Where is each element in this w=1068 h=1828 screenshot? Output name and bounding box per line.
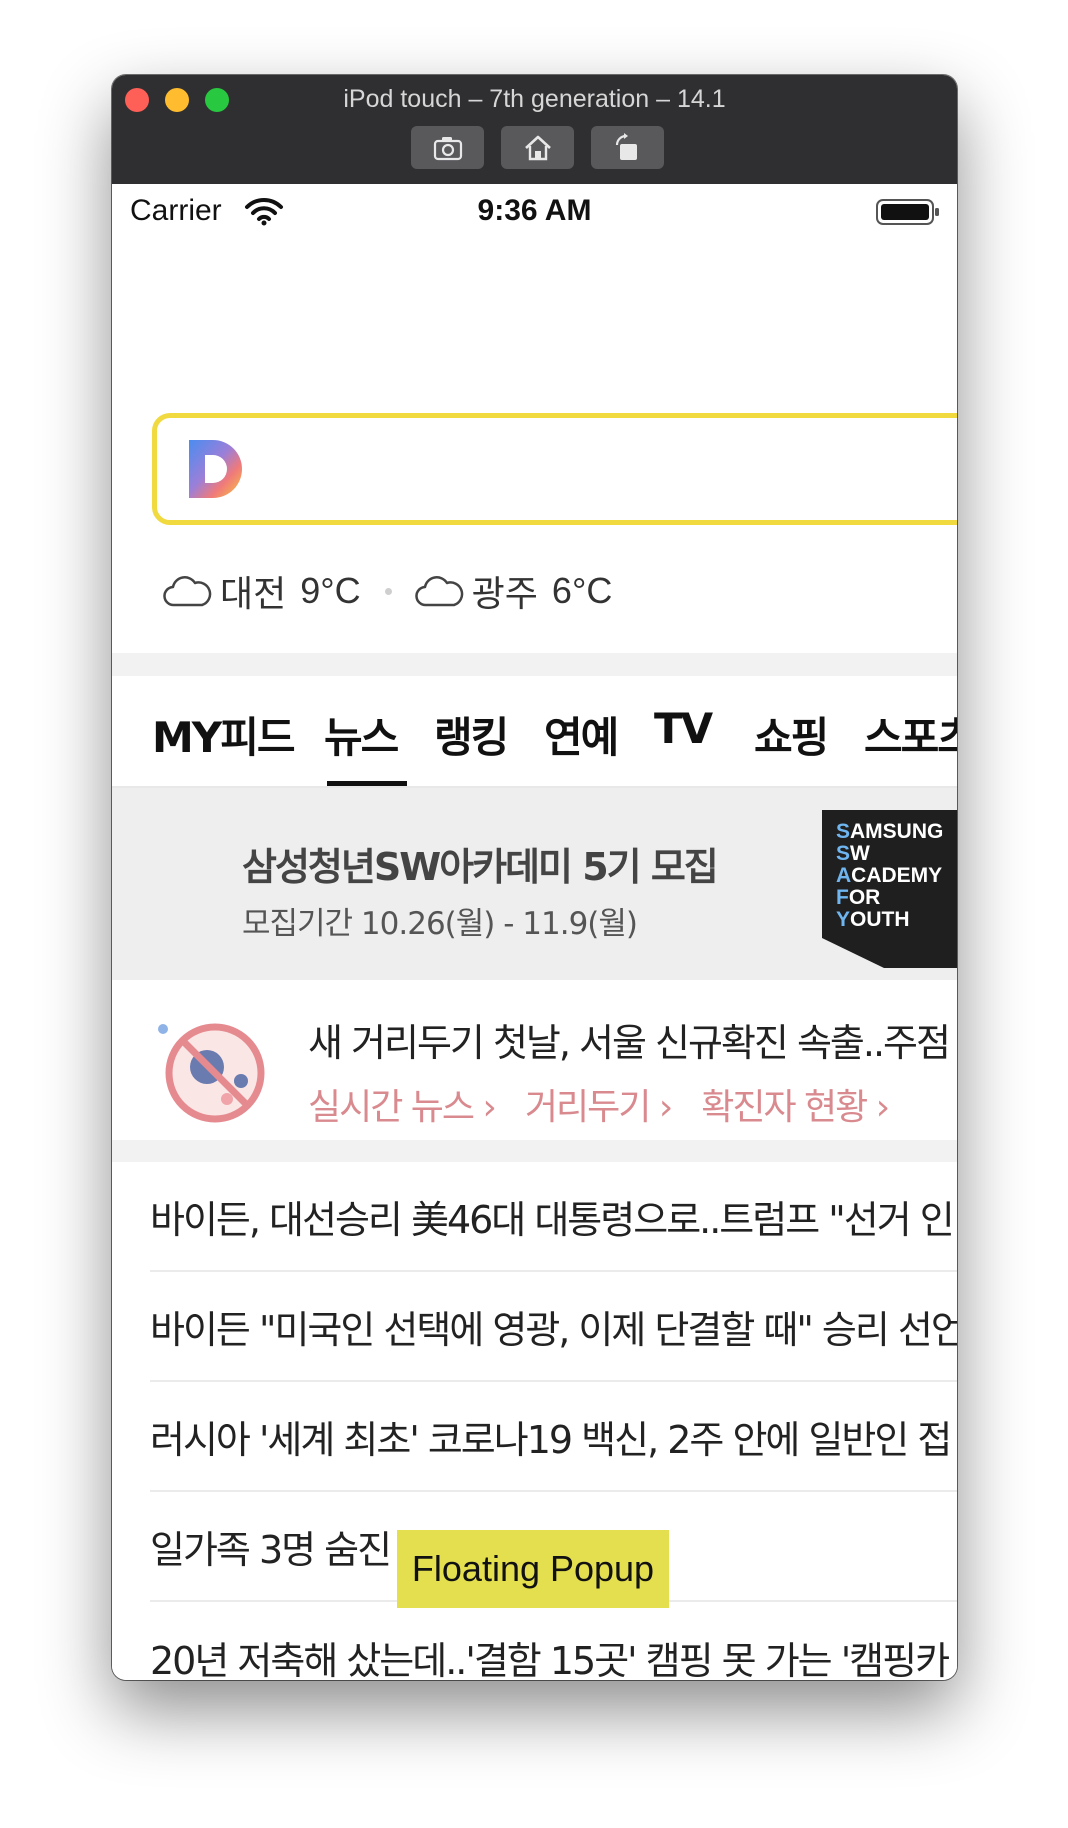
svg-text:FOR: FOR bbox=[836, 886, 880, 909]
rotate-icon bbox=[615, 132, 637, 160]
weather-city-2: 광주 bbox=[471, 573, 538, 614]
tab-entertainment[interactable]: 연예 bbox=[544, 704, 619, 765]
covid-links: 실시간 뉴스 › 거리두기 › 확진자 현황 › bbox=[308, 1078, 918, 1130]
tab-my-feed[interactable]: MY피드 bbox=[152, 704, 295, 765]
rotate-button[interactable] bbox=[591, 126, 664, 169]
news-item[interactable]: 20년 저축해 샀는데..'결함 15곳' 캠핑 못 가는 '캠핑카 bbox=[150, 1602, 957, 1681]
banner-title: 삼성청년SW아카데미 5기 모집 bbox=[242, 845, 719, 889]
section-divider bbox=[112, 653, 957, 676]
weather-bar[interactable]: 대전 9°C 광주 6°C bbox=[162, 566, 618, 616]
daum-logo-icon bbox=[189, 440, 242, 498]
logo-line-1: AMSUNG bbox=[850, 820, 943, 843]
covid-link-live-news[interactable]: 실시간 뉴스 › bbox=[308, 1078, 497, 1130]
news-item[interactable]: 러시아 '세계 최초' 코로나19 백신, 2주 안에 일반인 접 bbox=[150, 1382, 957, 1492]
covid-link-cases[interactable]: 확진자 현황 › bbox=[701, 1078, 890, 1130]
home-icon bbox=[524, 135, 551, 160]
simulator-window: iPod touch – 7th generation – 14.1 Carri… bbox=[112, 75, 957, 1680]
category-tabs: MY피드 뉴스 랭킹 연예 TV 쇼핑 스포츠 bbox=[112, 676, 957, 788]
covid-link-distancing[interactable]: 거리두기 › bbox=[525, 1078, 673, 1130]
section-divider bbox=[112, 1140, 957, 1162]
weather-city-1: 대전 bbox=[220, 573, 287, 614]
ad-banner[interactable]: 삼성청년SW아카데미 5기 모집 모집기간 10.26(월) - 11.9(월)… bbox=[112, 788, 957, 980]
simulator-titlebar: iPod touch – 7th generation – 14.1 bbox=[112, 75, 957, 185]
weather-divider bbox=[384, 587, 392, 595]
floating-popup[interactable]: Floating Popup bbox=[397, 1530, 669, 1608]
screenshot-icon bbox=[433, 136, 462, 160]
status-bar: Carrier 9:36 AM bbox=[112, 184, 957, 240]
status-time: 9:36 AM bbox=[477, 194, 592, 227]
tab-tv[interactable]: TV bbox=[654, 704, 713, 753]
banner-subtitle: 모집기간 10.26(월) - 11.9(월) bbox=[242, 906, 638, 942]
selected-tab-indicator bbox=[327, 781, 407, 786]
device-screen: Carrier 9:36 AM 대전 9°C 광주 6°C MY피드 뉴스 랭킹… bbox=[112, 184, 957, 1680]
news-item[interactable]: 바이든, 대선승리 美46대 대통령으로..트럼프 "선거 인 bbox=[150, 1162, 957, 1272]
tab-ranking[interactable]: 랭킹 bbox=[434, 704, 509, 765]
tab-shopping[interactable]: 쇼핑 bbox=[754, 704, 829, 765]
cloud-icon bbox=[414, 576, 463, 607]
battery-icon bbox=[876, 199, 939, 225]
tab-sports[interactable]: 스포츠 bbox=[864, 704, 957, 765]
window-title: iPod touch – 7th generation – 14.1 bbox=[343, 85, 726, 113]
screenshot-button[interactable] bbox=[411, 126, 484, 169]
ssafy-logo: SAMSUNG SW ACADEMY FOR YOUTH bbox=[822, 810, 957, 968]
tab-news[interactable]: 뉴스 bbox=[324, 704, 399, 765]
weather-temp-2: 6°C bbox=[551, 570, 613, 611]
no-virus-icon bbox=[158, 1023, 265, 1123]
svg-text:YOUTH: YOUTH bbox=[836, 908, 910, 931]
news-item[interactable]: 바이든 "미국인 선택에 영광, 이제 단결할 때" 승리 선언 bbox=[150, 1272, 957, 1382]
weather-temp-1: 9°C bbox=[300, 570, 361, 611]
covid-news-card[interactable]: 새 거리두기 첫날, 서울 신규확진 속출..주점 실시간 뉴스 › 거리두기 … bbox=[112, 980, 957, 1140]
cloud-icon bbox=[163, 576, 212, 607]
svg-text:SW: SW bbox=[836, 842, 870, 865]
covid-headline[interactable]: 새 거리두기 첫날, 서울 신규확진 속출..주점 bbox=[308, 1012, 951, 1067]
svg-text:SAMSUNG: SAMSUNG bbox=[836, 820, 943, 843]
search-box[interactable] bbox=[152, 413, 957, 525]
home-button[interactable] bbox=[501, 126, 574, 169]
svg-text:ACADEMY: ACADEMY bbox=[836, 864, 942, 887]
